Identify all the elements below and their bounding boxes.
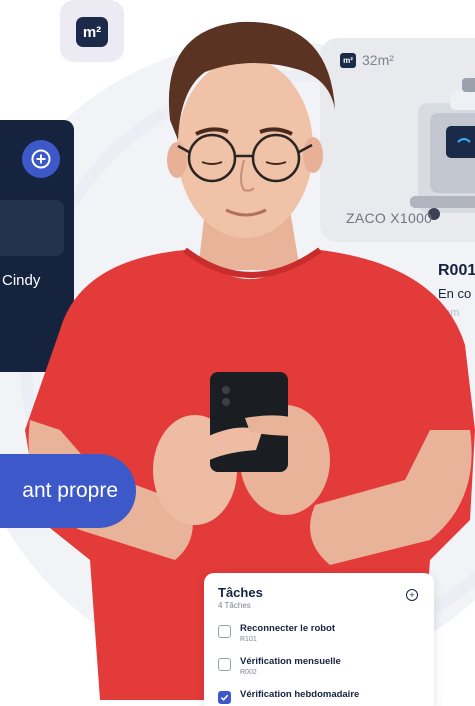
task-code: R002 bbox=[240, 669, 257, 676]
checkbox-icon[interactable] bbox=[218, 658, 231, 671]
tasks-card: Tâches 4 Tâches + Reconnecter le robot R… bbox=[204, 573, 434, 706]
checkmark-icon bbox=[220, 694, 229, 701]
task-label: Reconnecter le robot bbox=[240, 623, 336, 634]
add-task-icon[interactable]: + bbox=[406, 589, 418, 601]
cta-banner[interactable]: ant propre bbox=[0, 454, 136, 528]
task-item[interactable]: Vérification mensuelle R002 bbox=[218, 656, 341, 676]
cta-banner-text: ant propre bbox=[22, 479, 118, 502]
task-item[interactable]: Reconnecter le robot R101 bbox=[218, 623, 335, 643]
checkbox-icon[interactable] bbox=[218, 625, 231, 638]
checkbox-checked-icon[interactable] bbox=[218, 691, 231, 704]
tasks-count: 4 Tâches bbox=[218, 601, 251, 610]
hero-stage: m² Cindy m² 32m² ZACO X1000 R001 En co a… bbox=[0, 0, 475, 706]
task-label: Vérification mensuelle bbox=[240, 656, 341, 667]
tasks-title: Tâches bbox=[218, 585, 263, 600]
task-label: Vérification hebdomadaire bbox=[240, 689, 360, 700]
task-item[interactable]: Vérification hebdomadaire bbox=[218, 689, 359, 704]
task-code: R101 bbox=[240, 636, 257, 643]
